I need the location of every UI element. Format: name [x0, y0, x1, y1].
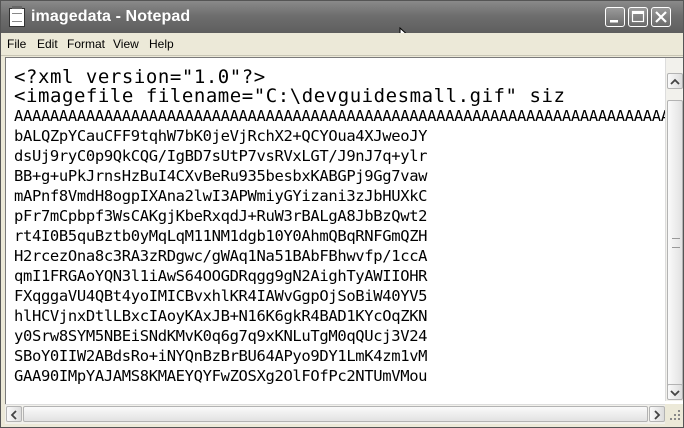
- scroll-grip-icon: [672, 238, 680, 248]
- menu-format[interactable]: Format: [67, 37, 105, 51]
- notepad-app-icon[interactable]: [9, 6, 25, 27]
- editor-line: mAPnf8VmdH8ogpIXAna2lwI3APWmiyGYizani3zJ…: [14, 187, 428, 205]
- grip-dot: [674, 414, 676, 416]
- grip-dot: [678, 410, 680, 412]
- menu-view[interactable]: View: [113, 37, 139, 51]
- editor-line: qmI1FRGAoYQN3l1iAwS64OOGDRqgg9gN2AighTyA…: [14, 267, 428, 285]
- close-button[interactable]: [651, 7, 671, 27]
- menu-help[interactable]: Help: [149, 37, 174, 51]
- menu-edit[interactable]: Edit: [37, 37, 58, 51]
- editor-line: <?xml version="1.0"?>: [14, 67, 266, 88]
- maximize-icon: [631, 10, 645, 23]
- vertical-scrollbar[interactable]: [665, 58, 683, 401]
- editor-line: dsUj9ryC0p9QkCQG/IgBD7sUtP7vsRVxLGT/J9nJ…: [14, 147, 428, 165]
- arrow-up-icon: [670, 78, 680, 85]
- editor-line: GAA90IMpYAJAMS8KMAEYQYFwZOSXg2OlFOfPc2NT…: [14, 367, 428, 385]
- editor-line: FXqggaVU4QBt4yoIMICBvxhlKR4IAWvGgpOjSoBi…: [14, 287, 428, 305]
- vertical-scroll-thumb[interactable]: [667, 100, 683, 393]
- grip-dot: [674, 418, 676, 420]
- editor-line: pFr7mCpbpf3WsCAKgjKbeRxqdJ+RuW3rBALgA8Jb…: [14, 207, 428, 225]
- editor-line: y0Srw8SYM5NBEiSNdKMvK0q6g7q9xKNLuTgM0qQU…: [14, 327, 428, 345]
- close-icon: [655, 11, 667, 23]
- grip-dot: [678, 414, 680, 416]
- menu-bar: File Edit Format View Help: [1, 33, 683, 56]
- editor-line: rt4I0B5quBztb0yMqLqM11NM1dgb10Y0AhmQBqRN…: [14, 227, 428, 245]
- horizontal-scroll-thumb[interactable]: [23, 406, 648, 422]
- editor-line: AAAAAAAAAAAAAAAAAAAAAAAAAAAAAAAAAAAAAAAA…: [14, 107, 666, 125]
- scroll-right-button[interactable]: [649, 406, 665, 422]
- editor-line: hlHCVjnxDtlLBxcIAoyKAxJB+N16K6gkR4BAD1KY…: [14, 307, 428, 325]
- menu-file[interactable]: File: [7, 37, 26, 51]
- maximize-button[interactable]: [628, 7, 648, 27]
- scroll-up-button[interactable]: [667, 73, 683, 89]
- scroll-left-button[interactable]: [6, 406, 22, 422]
- editor-content[interactable]: <?xml version="1.0"?> <imagefile filenam…: [14, 67, 666, 401]
- resize-grip[interactable]: [665, 404, 683, 423]
- arrow-right-icon: [654, 410, 661, 420]
- scroll-down-button[interactable]: [667, 384, 683, 400]
- horizontal-scrollbar[interactable]: [5, 404, 665, 424]
- editor-line: BB+g+uPkJrnsHzBuI4CXvBeRu935besbxKABGPj9…: [14, 167, 428, 185]
- notepad-window: imagedata - Notepad File Edit Format Vie…: [0, 0, 684, 428]
- title-bar[interactable]: imagedata - Notepad: [1, 1, 683, 48]
- editor-line: <imagefile filename="C:\devguidesmall.gi…: [14, 85, 566, 107]
- minimize-button[interactable]: [605, 7, 625, 27]
- grip-dot: [670, 418, 672, 420]
- window-title: imagedata - Notepad: [31, 8, 191, 25]
- arrow-down-icon: [670, 390, 680, 397]
- arrow-left-icon: [10, 410, 17, 420]
- grip-dot: [678, 418, 680, 420]
- text-editor[interactable]: <?xml version="1.0"?> <imagefile filenam…: [5, 57, 683, 404]
- editor-line: H2rcezOna8c3RA3zRDgwc/gWAq1Na51BAbFBhwvf…: [14, 247, 428, 265]
- editor-line: bALQZpYCauCFF9tqhW7bK0jeVjRchX2+QCYOua4X…: [14, 127, 428, 145]
- editor-line: SBoY0IIW2ABdsRo+iNYQnBzBrBU64APyo9DY1LmK…: [14, 347, 428, 365]
- minimize-icon: [610, 20, 618, 23]
